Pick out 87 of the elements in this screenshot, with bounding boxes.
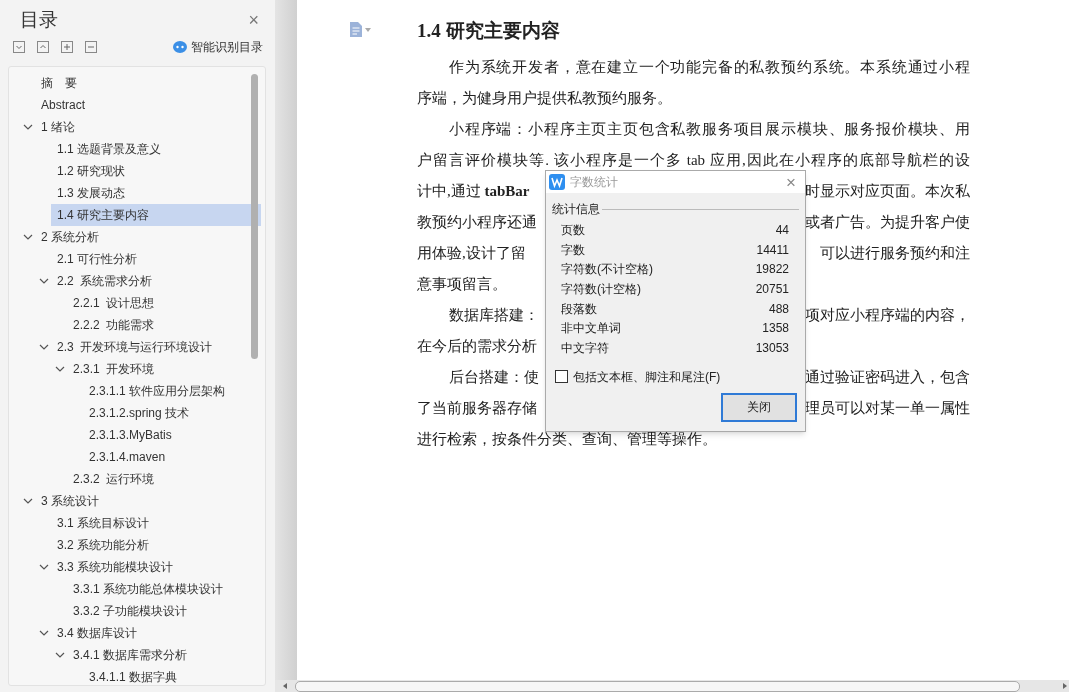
stat-value: 44	[775, 221, 789, 239]
section-heading: 1.4 研究主要内容	[417, 19, 561, 43]
toc-item[interactable]: 3.3 系统功能模块设计	[51, 556, 261, 578]
toc-item[interactable]: 1.4 研究主要内容	[51, 204, 261, 226]
toc-item[interactable]: Abstract	[35, 94, 261, 116]
paragraph-line: 小程序端：小程序主页主页包含私教服务项目展示模块、服务报价模块、用	[449, 120, 970, 139]
paragraph-line: 在今后的需求分析	[417, 337, 537, 356]
paragraph-line: 作为系统开发者，意在建立一个功能完备的私教预约系统。本系统通过小程	[449, 58, 970, 77]
stat-label: 中文字符	[561, 339, 609, 357]
close-button[interactable]: ×	[248, 11, 259, 29]
scrollbar-thumb[interactable]	[251, 74, 258, 359]
smart-toc-button[interactable]: 智能识别目录	[191, 38, 263, 56]
paragraph-line: 用体验,设计了留	[417, 244, 526, 263]
paragraph-line: 或者广告。为提升客户使	[805, 213, 970, 232]
toc-item[interactable]: 2.3.1.4.maven	[83, 446, 261, 468]
toc-item[interactable]: 2.3.1.3.MyBatis	[83, 424, 261, 446]
stat-value: 20751	[755, 280, 789, 298]
toc-item[interactable]: 2.3.1 开发环境	[67, 358, 261, 380]
toc-item[interactable]: 2.1 可行性分析	[51, 248, 261, 270]
app-logo-icon	[549, 174, 565, 190]
checkbox[interactable]	[555, 370, 568, 384]
paragraph-line: 进行检索，按条件分类、查询、管理等操作。	[417, 430, 717, 449]
chevron-down-icon[interactable]	[23, 496, 33, 506]
paragraph-line: 了当前服务器存储	[417, 399, 537, 418]
paragraph-line: 数据库搭建：	[449, 306, 539, 325]
toc-item[interactable]: 3.2 系统功能分析	[51, 534, 261, 556]
dialog-title: 字数统计	[570, 174, 618, 191]
toc-item[interactable]: 2.2.1 设计思想	[67, 292, 261, 314]
toc-item[interactable]: 3.1 系统目标设计	[51, 512, 261, 534]
stat-value: 19822	[755, 261, 789, 279]
chevron-down-icon[interactable]	[55, 364, 65, 374]
toc-item[interactable]: 2 系统分析	[35, 226, 261, 248]
paragraph-line: 序端，为健身用户提供私教预约服务。	[417, 89, 672, 108]
toc-item[interactable]: 1.2 研究现状	[51, 160, 261, 182]
toc-item[interactable]: 1.1 选题背景及意义	[51, 138, 261, 160]
paragraph-line: 计中,通过 tabBar	[417, 182, 530, 201]
expand-up-icon[interactable]	[37, 41, 49, 53]
group-label: 统计信息	[552, 201, 600, 218]
chevron-down-icon[interactable]	[23, 232, 33, 242]
close-button[interactable]: ×	[786, 173, 802, 191]
toc-item[interactable]: 3.4.1.1 数据字典	[83, 666, 261, 685]
stat-label: 字符数(不计空格)	[561, 261, 653, 279]
stat-value: 14411	[756, 241, 789, 259]
chevron-down-icon[interactable]	[39, 628, 49, 638]
panel-title: 目录	[20, 7, 58, 32]
paragraph-line: 通过验证密码进入，包含	[805, 368, 970, 387]
toc-item[interactable]: 3 系统设计	[35, 490, 261, 512]
toc-item[interactable]: 1 绪论	[35, 116, 261, 138]
chevron-down-icon[interactable]	[39, 342, 49, 352]
paragraph-line: 时显示对应页面。本次私	[805, 182, 970, 201]
minus-icon[interactable]	[85, 41, 97, 53]
paragraph-line: 项对应小程序端的内容，	[805, 306, 970, 325]
paragraph-line: 可以进行服务预约和注	[820, 244, 970, 263]
toc-item[interactable]: 摘 要	[35, 72, 261, 94]
paragraph-line: 教预约小程序还通	[417, 213, 537, 232]
toc-item[interactable]: 2.2.2 功能需求	[67, 314, 261, 336]
checkbox-label: 包括文本框、脚注和尾注(F)	[573, 368, 721, 386]
stat-label: 字数	[561, 241, 585, 259]
collapse-icon[interactable]	[13, 41, 25, 53]
paragraph-line: 户留言评价模块等. 该小程序是一个多 tab 应用,因此在小程序的底部导航栏的设	[417, 151, 970, 170]
stat-label: 页数	[561, 221, 585, 239]
stat-value: 1358	[762, 320, 789, 338]
stat-label: 段落数	[561, 300, 597, 318]
chevron-down-icon[interactable]	[55, 650, 65, 660]
chevron-down-icon[interactable]	[39, 562, 49, 572]
plus-icon[interactable]	[61, 41, 73, 53]
stat-label: 非中文单词	[561, 320, 621, 338]
stat-value: 488	[768, 300, 789, 318]
toc-item[interactable]: 3.4 数据库设计	[51, 622, 261, 644]
paragraph-line: 理员可以对某一单一属性	[805, 399, 970, 418]
toc-item[interactable]: 2.3 开发环境与运行环境设计	[51, 336, 261, 358]
toc-item[interactable]: 3.3.1 系统功能总体模块设计	[67, 578, 261, 600]
toc-item[interactable]: 3.3.2 子功能模块设计	[67, 600, 261, 622]
toc-item[interactable]: 2.3.2 运行环境	[67, 468, 261, 490]
toc-item[interactable]: 2.2 系统需求分析	[51, 270, 261, 292]
stat-value: 13053	[755, 339, 789, 357]
toc-item[interactable]: 2.3.1.2.spring 技术	[83, 402, 261, 424]
paragraph-line: 后台搭建：使	[449, 368, 539, 387]
paragraph-line: 意事项留言。	[417, 275, 507, 294]
toc-item[interactable]: 1.3 发展动态	[51, 182, 261, 204]
chevron-down-icon[interactable]	[39, 276, 49, 286]
robot-icon	[173, 41, 187, 53]
toc-item[interactable]: 3.4.1 数据库需求分析	[67, 644, 261, 666]
close-dialog-button[interactable]: 关闭	[721, 392, 797, 422]
toc-item[interactable]: 2.3.1.1 软件应用分层架构	[83, 380, 261, 402]
chevron-down-icon[interactable]	[23, 122, 33, 132]
stat-label: 字符数(计空格)	[561, 280, 641, 298]
